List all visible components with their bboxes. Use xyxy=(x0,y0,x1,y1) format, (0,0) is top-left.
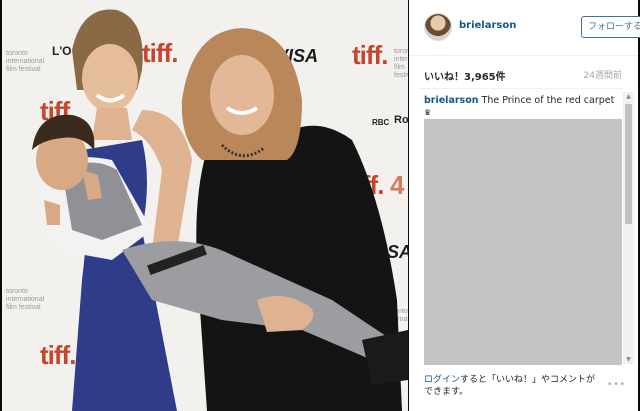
woman-right-face xyxy=(210,55,274,135)
login-prompt: ログインすると「いいね！」やコメントができます。 xyxy=(424,374,604,398)
post-photo[interactable]: toronto international film festival L'O … xyxy=(2,0,408,411)
caption-username[interactable]: brielarson xyxy=(424,95,478,106)
post-detail-panel: brielarson フォローする いいね！3,965件 24週間前 briel… xyxy=(409,0,640,411)
woman-left-neck xyxy=(92,108,132,140)
caption: brielarson The Prince of the red carpet … xyxy=(424,95,624,119)
scroll-down-arrow-icon[interactable]: ▼ xyxy=(625,356,632,363)
likes-count[interactable]: いいね！3,965件 xyxy=(424,68,506,83)
caption-text: The Prince of the red carpet xyxy=(481,95,615,106)
comments-scrollbar[interactable]: ▲ ▼ xyxy=(623,92,634,364)
crown-emoji-icon: ♛ xyxy=(424,108,432,117)
avatar[interactable] xyxy=(424,13,452,41)
post-age[interactable]: 24週間前 xyxy=(584,68,622,81)
post-window: toronto international film festival L'O … xyxy=(0,0,640,411)
more-options-icon[interactable]: ••• xyxy=(607,380,626,390)
photo-subjects xyxy=(32,9,408,411)
comments-placeholder xyxy=(424,119,622,365)
username-link[interactable]: brielarson xyxy=(459,20,516,31)
scrollbar-thumb[interactable] xyxy=(625,104,632,224)
scroll-up-arrow-icon[interactable]: ▲ xyxy=(625,93,632,100)
comments-area: brielarson The Prince of the red carpet … xyxy=(419,88,623,370)
follow-button[interactable]: フォローする xyxy=(581,16,640,38)
post-header: brielarson フォローする xyxy=(409,0,640,56)
login-link[interactable]: ログイン xyxy=(424,375,460,385)
